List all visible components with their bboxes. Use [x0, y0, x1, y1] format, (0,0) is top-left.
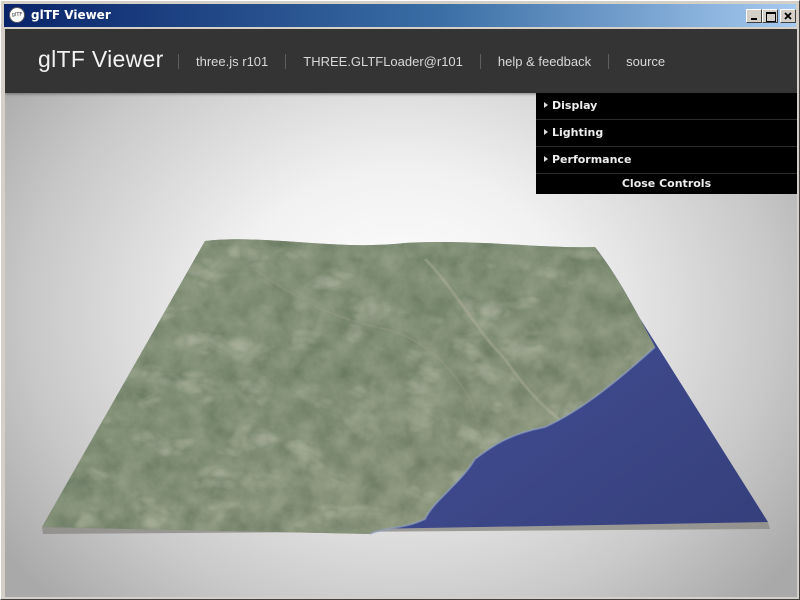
folder-lighting[interactable]: Lighting — [536, 120, 797, 147]
triangle-right-icon — [544, 102, 548, 108]
link-gltfloader-version[interactable]: THREE.GLTFLoader@r101 — [285, 53, 480, 69]
link-source[interactable]: source — [608, 53, 682, 69]
viewer-canvas-area: glTF Viewer three.js r101 THREE.GLTFLoad… — [5, 29, 797, 597]
maximize-icon — [766, 12, 776, 22]
app-header: glTF Viewer three.js r101 THREE.GLTFLoad… — [5, 29, 797, 93]
close-controls-button[interactable]: Close Controls — [536, 174, 797, 194]
triangle-right-icon — [544, 156, 548, 162]
folder-label: Display — [552, 99, 598, 112]
close-window-button[interactable] — [780, 9, 796, 23]
title-bar[interactable]: glTF glTF Viewer — [4, 4, 796, 27]
link-threejs-version[interactable]: three.js r101 — [178, 53, 285, 69]
folder-performance[interactable]: Performance — [536, 147, 797, 174]
app-window: glTF glTF Viewer glTF Viewer three.js r1… — [0, 0, 800, 600]
window-title: glTF Viewer — [31, 8, 111, 22]
header-nav: three.js r101 THREE.GLTFLoader@r101 help… — [178, 29, 682, 93]
controls-panel: Display Lighting Performance Close Contr… — [536, 93, 797, 194]
triangle-right-icon — [544, 129, 548, 135]
maximize-button[interactable] — [762, 9, 778, 23]
minimize-button[interactable] — [746, 9, 762, 23]
close-icon — [784, 12, 792, 20]
minimize-icon — [751, 18, 757, 20]
folder-label: Lighting — [552, 126, 604, 139]
folder-display[interactable]: Display — [536, 93, 797, 120]
link-help-feedback[interactable]: help & feedback — [479, 53, 608, 69]
app-icon: glTF — [9, 7, 25, 23]
app-title: glTF Viewer — [38, 46, 164, 72]
folder-label: Performance — [552, 153, 632, 166]
